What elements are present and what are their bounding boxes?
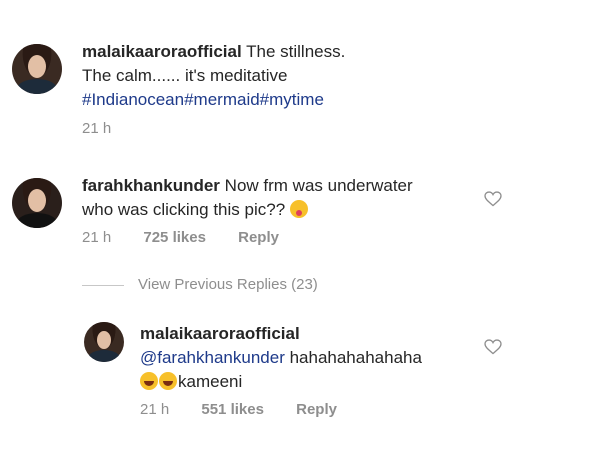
caption-line1: The stillness. <box>246 42 346 61</box>
divider-line <box>82 284 124 286</box>
avatar-face <box>28 189 46 212</box>
avatar-face <box>28 55 46 78</box>
comment-meta: 21 h 725 likes Reply <box>82 229 307 247</box>
comment-reply-button[interactable]: Reply <box>238 229 279 246</box>
avatar-malaikaaroraofficial[interactable] <box>12 44 62 94</box>
avatar-malaikaaroraofficial-reply[interactable] <box>84 322 124 362</box>
comment-likes[interactable]: 725 likes <box>143 229 206 246</box>
avatar-shoulders <box>17 79 57 94</box>
reply-reply-button[interactable]: Reply <box>296 401 337 418</box>
reply-line1-rest: hahahahahahaha <box>284 348 422 367</box>
comment-line1: Now frm was underwater <box>224 176 413 195</box>
caption-text: malaikaaroraofficial The stillness. The … <box>82 40 542 112</box>
caption-time: 21 h <box>82 120 112 137</box>
reply-text: malaikaaroraofficial @farahkhankunder ha… <box>140 322 470 394</box>
caption-hashtags[interactable]: #Indianocean#mermaid#mytime <box>82 90 324 109</box>
avatar-shoulders <box>17 213 57 228</box>
caption-line2: The calm...... it's meditative <box>82 66 288 85</box>
caption-username[interactable]: malaikaaroraofficial <box>82 42 242 61</box>
reply-meta: 21 h 551 likes Reply <box>140 401 365 419</box>
reply-line2-text: kameeni <box>178 372 243 391</box>
heart-outline-icon[interactable] <box>484 191 502 207</box>
reply-mention[interactable]: @farahkhankunder <box>140 348 285 367</box>
avatar-farahkhankunder[interactable] <box>12 178 62 228</box>
face-with-tongue-emoji-icon <box>289 200 308 218</box>
view-previous-replies-label[interactable]: View Previous Replies (23) <box>138 276 318 293</box>
heart-outline-icon[interactable] <box>484 339 502 355</box>
caption-meta: 21 h <box>82 120 139 138</box>
reply-likes[interactable]: 551 likes <box>201 401 264 418</box>
comment-text: farahkhankunder Now frm was underwater w… <box>82 174 472 222</box>
reply-time: 21 h <box>140 401 170 418</box>
tears-of-joy-emoji-icon <box>140 372 158 390</box>
comment-username[interactable]: farahkhankunder <box>82 176 220 195</box>
view-previous-replies[interactable]: View Previous Replies (23) <box>82 276 318 294</box>
comment-time: 21 h <box>82 229 112 246</box>
comment-line2: who was clicking this pic?? <box>82 200 286 219</box>
avatar-shoulders <box>88 350 120 362</box>
reply-username[interactable]: malaikaaroraofficial <box>140 324 300 343</box>
tears-of-joy-emoji-icon <box>159 372 177 390</box>
